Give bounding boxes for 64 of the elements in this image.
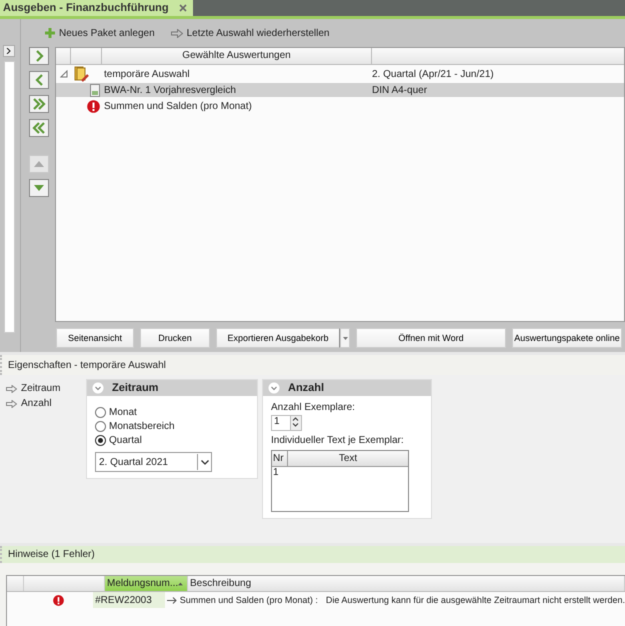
dropdown-button[interactable] <box>340 328 350 348</box>
chevron-down-icon <box>200 460 208 464</box>
chevron-right-icon <box>6 48 12 54</box>
document-tab[interactable]: Ausgeben - Finanzbuchführung <box>0 0 193 16</box>
tree-label: temporäre Auswahl <box>104 68 191 80</box>
tree-row[interactable]: temporäre Auswahl 2. Quartal (Apr/21 - Jun/21) <box>56 67 624 81</box>
plus-icon <box>45 28 55 38</box>
move-button[interactable] <box>29 47 49 65</box>
tree-label: Summen und Salden (pro Monat) <box>104 100 253 112</box>
sort-ascending-icon <box>178 582 183 586</box>
nav-link[interactable]: Anzahl <box>6 398 82 409</box>
radio-button[interactable] <box>95 406 106 418</box>
field-label: Anzahl Exemplare: <box>271 402 355 413</box>
caret-down-icon <box>342 336 348 340</box>
column-header[interactable]: Nr <box>272 451 288 466</box>
column-header[interactable]: Text <box>288 451 408 466</box>
tree-value: DIN A4-quer <box>372 84 428 96</box>
expand-button[interactable] <box>3 45 15 57</box>
column-header[interactable]: Meldungsnum... <box>105 576 188 591</box>
table-cell: Summen und Salden (pro Monat) : <box>180 595 318 605</box>
toolbar-button[interactable]: Letzte Auswahl wiederherstellen <box>170 28 330 38</box>
radio-option[interactable]: Monatsbereich <box>95 420 249 432</box>
arrow-icon <box>170 28 183 38</box>
toolbar-button[interactable]: Neues Paket anlegen <box>45 28 155 38</box>
move-button[interactable] <box>29 71 49 89</box>
move-button[interactable] <box>29 179 49 197</box>
tree-label: BWA-Nr. 1 Vorjahresvergleich <box>104 84 237 96</box>
period-dropdown[interactable]: 2. Quartal 2021 <box>95 452 212 472</box>
section-title: Hinweise (1 Fehler) <box>8 549 95 560</box>
action-button[interactable]: Drucken <box>140 328 210 348</box>
folder-pencil-icon <box>73 66 89 82</box>
error-icon <box>87 100 100 112</box>
field-label: Individueller Text je Exemplar: <box>271 435 404 446</box>
expand-toggle-icon[interactable] <box>60 70 68 78</box>
action-button[interactable]: Auswertungspakete online <box>512 328 622 348</box>
nav-link[interactable]: Zeitraum <box>6 383 82 394</box>
move-button[interactable] <box>29 119 49 137</box>
collapse-icon[interactable] <box>268 382 280 394</box>
arrow-icon <box>166 596 177 604</box>
close-icon[interactable] <box>178 4 187 12</box>
radio-option[interactable]: Monat <box>95 406 249 418</box>
section-title: Eigenschaften - temporäre Auswahl <box>8 360 166 370</box>
document-icon <box>90 84 100 96</box>
action-button[interactable]: Exportieren Ausgabekorb <box>216 328 340 348</box>
radio-button[interactable] <box>95 420 106 432</box>
copies-spinner[interactable]: 1 <box>271 415 302 431</box>
radio-option[interactable]: Quartal <box>95 434 249 446</box>
table-cell: Die Auswertung kann für die ausgewählte Zeitraumart nicht erstellt werden. <box>326 595 625 605</box>
table-cell-text: 1 <box>272 467 280 478</box>
tree-row[interactable]: Summen und Salden (pro Monat) <box>56 99 624 113</box>
panel-title: Anzahl <box>288 382 324 394</box>
action-button[interactable]: Öffnen mit Word <box>356 328 506 348</box>
arrow-icon <box>6 400 17 408</box>
panel-title: Zeitraum <box>112 382 158 394</box>
tree-value: 2. Quartal (Apr/21 - Jun/21) <box>372 68 495 80</box>
collapse-icon[interactable] <box>92 382 104 394</box>
action-button[interactable]: Seitenansicht <box>56 328 134 348</box>
table-cell: #REW22003 <box>93 592 165 608</box>
column-header[interactable]: Beschreibung <box>188 576 625 591</box>
tree-row[interactable]: BWA-Nr. 1 Vorjahresvergleich DIN A4-quer <box>56 83 624 97</box>
error-icon <box>53 594 64 606</box>
arrow-icon <box>6 384 17 392</box>
move-button[interactable] <box>29 95 49 113</box>
radio-button[interactable] <box>95 434 106 446</box>
